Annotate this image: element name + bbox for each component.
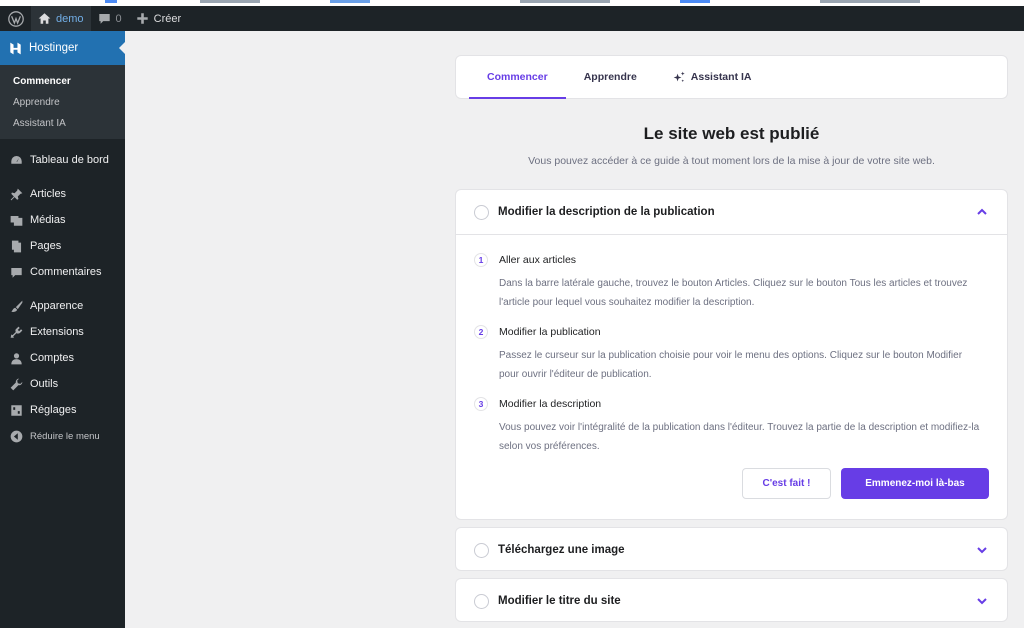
step-title: Modifier la publication xyxy=(499,326,601,338)
step-actions: C'est fait ! Emmenez-moi là-bas xyxy=(474,468,989,499)
new-label: Créer xyxy=(153,12,182,25)
site-name-link[interactable]: demo xyxy=(31,6,91,31)
settings-icon xyxy=(10,404,23,417)
accordion-header[interactable]: Téléchargez une image xyxy=(456,528,1007,572)
sidebar-item-commentaires[interactable]: Commentaires xyxy=(0,259,125,285)
step-number: 3 xyxy=(474,397,488,411)
comment-icon xyxy=(10,266,23,279)
step-number: 1 xyxy=(474,253,488,267)
sidebar-item-reglages[interactable]: Réglages xyxy=(0,397,125,423)
sparkle-icon xyxy=(673,71,686,84)
sidebar-item-label: Réglages xyxy=(30,404,77,416)
step-title: Modifier la description xyxy=(499,398,602,410)
comment-icon xyxy=(98,12,111,25)
step-description: Dans la barre latérale gauche, trouvez l… xyxy=(499,278,968,308)
site-name: demo xyxy=(56,12,84,25)
step: 2 Modifier la publication Passez le curs… xyxy=(474,324,989,396)
admin-sidebar: Hostinger Commencer Apprendre Assistant … xyxy=(0,31,125,628)
accordion-title: Modifier la description de la publicatio… xyxy=(498,206,715,218)
home-icon xyxy=(38,12,51,25)
chevron-down-icon[interactable] xyxy=(975,594,989,608)
sidebar-item-label: Outils xyxy=(30,378,59,390)
sidebar-collapse-menu[interactable]: Réduire le menu xyxy=(0,423,125,449)
accordion-description: Modifier la description de la publicatio… xyxy=(455,189,1008,520)
sidebar-item-pages[interactable]: Pages xyxy=(0,233,125,259)
sidebar-item-extensions[interactable]: Extensions xyxy=(0,319,125,345)
sidebar-submenu: Commencer Apprendre Assistant IA xyxy=(0,65,125,139)
sidebar-item-outils[interactable]: Outils xyxy=(0,371,125,397)
sidebar-item-label: Commentaires xyxy=(30,266,102,278)
accordion-body: 1 Aller aux articles Dans la barre latér… xyxy=(456,234,1007,499)
accordion-site-title: Modifier le titre du site xyxy=(455,578,1008,622)
media-icon xyxy=(10,214,23,227)
tab-apprendre[interactable]: Apprendre xyxy=(566,56,655,98)
sidebar-item-label: Tableau de bord xyxy=(30,154,109,166)
page-subtitle: Vous pouvez accéder à ce guide à tout mo… xyxy=(528,155,935,167)
submenu-assistant-ia[interactable]: Assistant IA xyxy=(0,113,125,134)
wordpress-logo-icon[interactable] xyxy=(0,6,31,31)
pin-icon xyxy=(10,188,23,201)
sidebar-item-hostinger[interactable]: Hostinger xyxy=(0,31,125,65)
sidebar-item-medias[interactable]: Médias xyxy=(0,207,125,233)
sidebar-item-label: Pages xyxy=(30,240,62,252)
plus-icon xyxy=(136,12,149,25)
comments-link[interactable]: 0 xyxy=(91,6,129,31)
sidebar-item-label: Médias xyxy=(30,214,66,226)
sidebar-item-label: Réduire le menu xyxy=(30,430,100,442)
step-description: Passez le curseur sur la publication cho… xyxy=(499,350,963,380)
user-icon xyxy=(10,352,23,365)
tab-assistant-ia[interactable]: Assistant IA xyxy=(655,56,770,98)
comments-count: 0 xyxy=(115,12,122,25)
submenu-apprendre[interactable]: Apprendre xyxy=(0,92,125,113)
tab-commencer[interactable]: Commencer xyxy=(469,56,566,99)
hostinger-logo-icon xyxy=(9,42,22,55)
brush-icon xyxy=(10,300,23,313)
step-title: Aller aux articles xyxy=(499,254,577,266)
sidebar-item-comptes[interactable]: Comptes xyxy=(0,345,125,371)
page-title: Le site web est publié xyxy=(643,124,820,143)
accordion-upload-image: Téléchargez une image xyxy=(455,527,1008,571)
admin-bar: demo 0 Créer xyxy=(0,6,1024,31)
new-content-link[interactable]: Créer xyxy=(129,6,189,31)
wrench-icon xyxy=(10,378,23,391)
tabs-bar: Commencer Apprendre Assistant IA xyxy=(455,55,1008,99)
accordion-title: Modifier le titre du site xyxy=(498,595,621,607)
accordion-header[interactable]: Modifier le titre du site xyxy=(456,579,1007,623)
chevron-up-icon[interactable] xyxy=(975,205,989,219)
status-radio[interactable] xyxy=(474,542,489,558)
dashboard-icon xyxy=(10,154,23,167)
sidebar-item-label: Articles xyxy=(30,188,67,200)
status-radio[interactable] xyxy=(474,204,489,220)
sidebar-item-label: Comptes xyxy=(30,352,75,364)
status-radio[interactable] xyxy=(474,593,489,609)
sidebar-header-label: Hostinger xyxy=(29,42,79,54)
submenu-commencer[interactable]: Commencer xyxy=(0,71,125,92)
sidebar-item-dashboard[interactable]: Tableau de bord xyxy=(0,147,125,173)
chevron-down-icon[interactable] xyxy=(975,543,989,557)
pages-icon xyxy=(10,240,23,253)
done-button[interactable]: C'est fait ! xyxy=(742,468,831,499)
step-number: 2 xyxy=(474,325,488,339)
sidebar-item-label: Apparence xyxy=(30,300,84,312)
plugin-icon xyxy=(10,326,23,339)
accordion-title: Téléchargez une image xyxy=(498,544,625,556)
sidebar-item-label: Extensions xyxy=(30,326,84,338)
step: 1 Aller aux articles Dans la barre latér… xyxy=(474,252,989,324)
sidebar-item-articles[interactable]: Articles xyxy=(0,181,125,207)
take-me-there-button[interactable]: Emmenez-moi là-bas xyxy=(841,468,989,499)
step-description: Vous pouvez voir l'intégralité de la pub… xyxy=(499,422,980,452)
sidebar-item-apparence[interactable]: Apparence xyxy=(0,293,125,319)
step: 3 Modifier la description Vous pouvez vo… xyxy=(474,396,989,468)
accordion-header[interactable]: Modifier la description de la publicatio… xyxy=(456,190,1007,234)
collapse-icon xyxy=(10,430,23,443)
